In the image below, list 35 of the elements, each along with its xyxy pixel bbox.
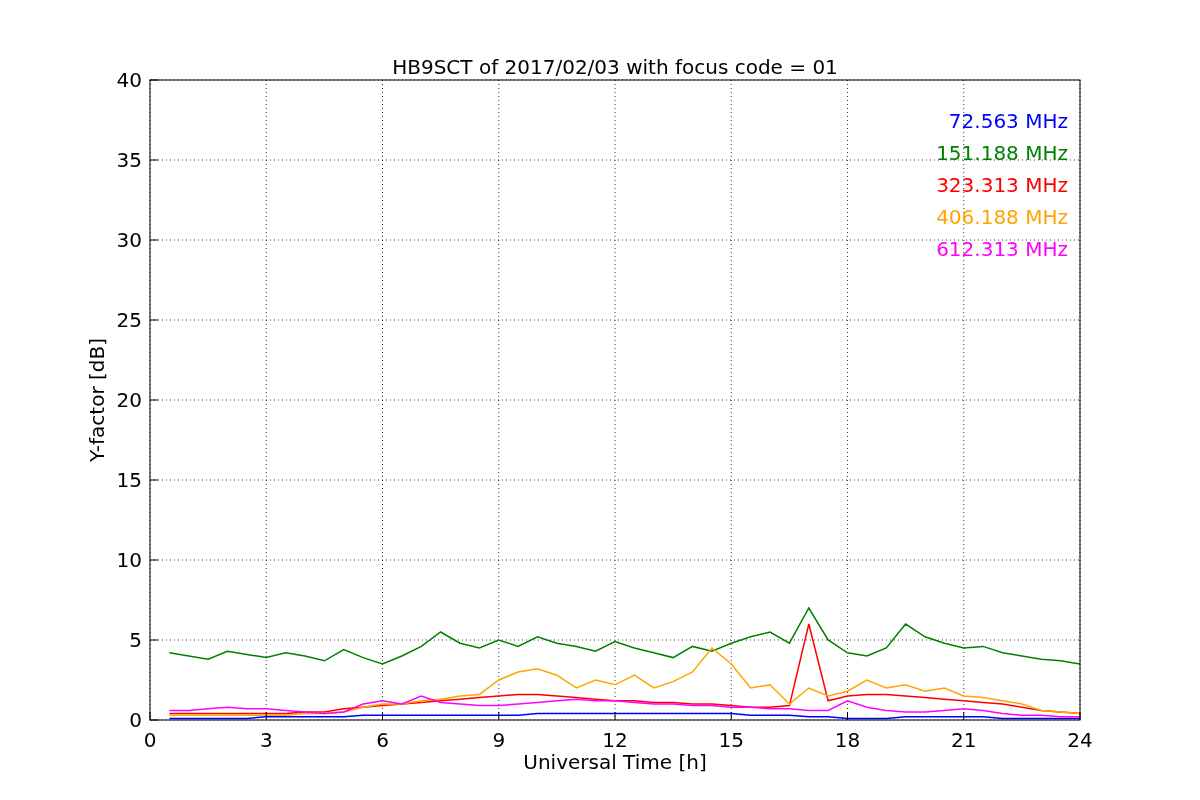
- tick-mark: [498, 711, 500, 721]
- tick-mark: [382, 711, 383, 721]
- tick-label: 35: [116, 148, 142, 172]
- tick-label: 15: [718, 728, 744, 752]
- chart-title: HB9SCT of 2017/02/03 with focus code = 01: [392, 55, 838, 79]
- tick-label: 21: [951, 728, 977, 752]
- tick-label: 15: [116, 468, 142, 492]
- tick-mark: [1079, 711, 1081, 721]
- tick-label: 3: [259, 728, 273, 752]
- tick-label: 30: [116, 228, 142, 252]
- legend-label: 323.313 MHz: [936, 173, 1068, 197]
- axis-label: Universal Time [h]: [523, 750, 707, 774]
- tick-label: 9: [492, 728, 506, 752]
- tick-label: 0: [129, 708, 142, 732]
- tick-mark: [614, 711, 616, 721]
- tick-label: 18: [834, 728, 861, 752]
- tick-mark: [149, 79, 159, 81]
- tick-label: 20: [116, 388, 142, 412]
- legend-label: 72.563 MHz: [948, 109, 1068, 133]
- tick-label: 40: [116, 68, 142, 92]
- tick-label: 12: [602, 728, 628, 752]
- legend-label: 151.188 MHz: [936, 141, 1068, 165]
- tick-mark: [963, 711, 965, 721]
- tick-label: 0: [143, 728, 157, 752]
- axis-label: Y-factor [dB]: [85, 338, 109, 462]
- tick-label: 10: [116, 548, 142, 572]
- tick-label: 24: [1067, 728, 1093, 752]
- tick-mark: [847, 711, 848, 721]
- tick-label: 6: [376, 728, 389, 752]
- tick-label: 5: [129, 628, 142, 652]
- tick-mark: [265, 711, 267, 721]
- legend-label: 612.313 MHz: [936, 237, 1068, 261]
- legend-label: 406.188 MHz: [936, 205, 1068, 229]
- tick-label: 25: [116, 308, 142, 332]
- tick-mark: [730, 711, 732, 721]
